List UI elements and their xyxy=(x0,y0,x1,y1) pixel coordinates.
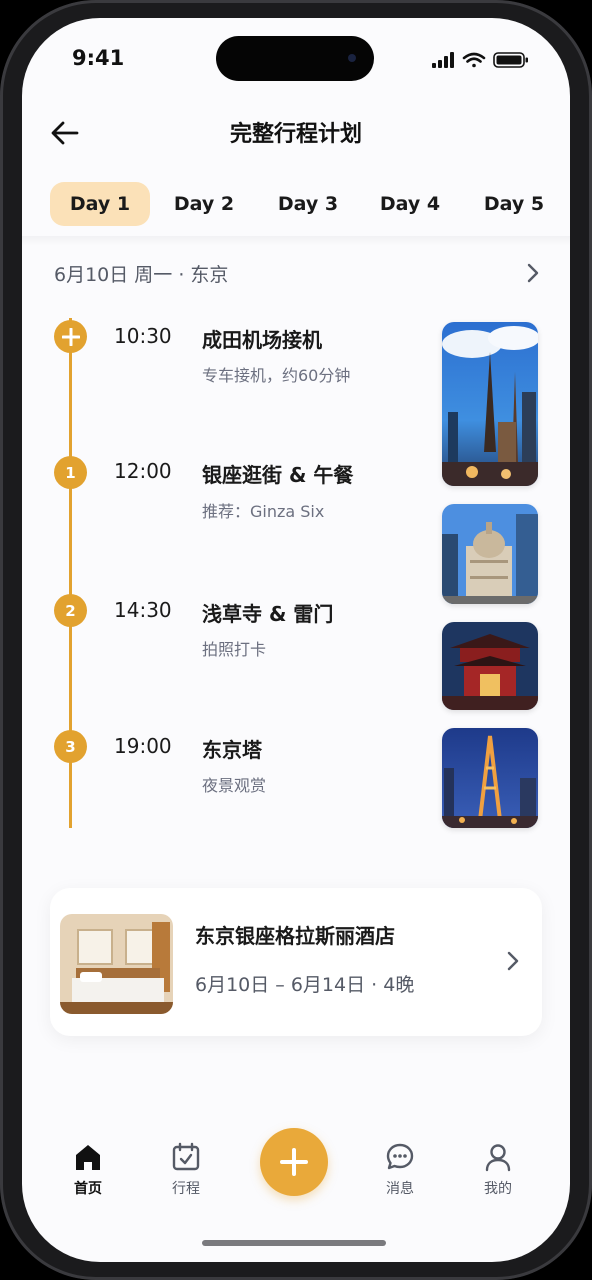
timeline-subtitle: 拍照打卡 xyxy=(202,640,267,659)
timeline-marker-arrival xyxy=(54,320,87,353)
timeline-marker-3: 3 xyxy=(54,730,87,763)
tab-day-2[interactable]: Day 2 xyxy=(156,182,252,226)
camera-dot xyxy=(348,54,356,62)
wifi-icon xyxy=(462,52,486,68)
nav-itinerary[interactable]: 行程 xyxy=(146,1142,226,1198)
timeline-title: 浅草寺 & 雷门 xyxy=(202,602,334,626)
status-icons xyxy=(432,52,532,68)
hotel-dates: 6月10日 – 6月14日 · 4晚 xyxy=(195,974,415,996)
timeline-title: 东京塔 xyxy=(202,738,262,762)
tab-day-1[interactable]: Day 1 xyxy=(50,182,150,226)
timeline-marker-1: 1 xyxy=(54,456,87,489)
timeline-time: 19:00 xyxy=(114,734,172,758)
timeline-subtitle: 专车接机，约60分钟 xyxy=(202,366,351,385)
tab-day-5[interactable]: Day 5 xyxy=(466,182,562,226)
nav-label: 行程 xyxy=(172,1181,200,1197)
tokyo-tower-photo[interactable] xyxy=(442,728,538,828)
tabs-divider xyxy=(22,236,570,246)
tab-day-3[interactable]: Day 3 xyxy=(260,182,356,226)
home-icon xyxy=(76,1145,100,1170)
bottom-nav: 首页 行程 消息 我的 xyxy=(22,1118,570,1218)
battery-icon xyxy=(493,52,528,68)
user-icon xyxy=(485,1144,511,1172)
nav-label: 消息 xyxy=(386,1181,414,1197)
timeline-time: 12:00 xyxy=(114,459,172,483)
timeline-title: 成田机场接机 xyxy=(202,328,322,352)
timeline-time: 10:30 xyxy=(114,324,172,348)
chat-icon xyxy=(386,1143,414,1170)
screen: 9:41 完整行程计划 Day 1 Day 2 Day 3 Day 4 Day … xyxy=(22,18,570,1262)
home-indicator[interactable] xyxy=(202,1240,386,1246)
plane-icon xyxy=(61,327,80,346)
signal-icon xyxy=(432,52,454,68)
timeline-subtitle: 夜景观赏 xyxy=(202,776,267,795)
date-label: 6月10日 周一 · 东京 xyxy=(54,263,229,286)
hotel-room-photo xyxy=(60,914,173,1014)
calendar-icon xyxy=(172,1142,200,1171)
day-tabs: Day 1 Day 2 Day 3 Day 4 Day 5 xyxy=(22,182,570,228)
chevron-right-icon xyxy=(527,263,539,283)
timeline-title: 银座逛街 & 午餐 xyxy=(202,463,354,487)
timeline-marker-2: 2 xyxy=(54,594,87,627)
hotel-name: 东京银座格拉斯丽酒店 xyxy=(195,924,395,948)
page-title: 完整行程计划 xyxy=(229,122,362,147)
add-button[interactable] xyxy=(260,1128,328,1196)
status-time: 9:41 xyxy=(72,46,125,70)
chevron-right-icon xyxy=(507,951,519,971)
nav-home[interactable]: 首页 xyxy=(48,1142,128,1198)
dynamic-island xyxy=(216,36,374,81)
nav-profile[interactable]: 我的 xyxy=(458,1142,538,1198)
tokyo-skyline-photo[interactable] xyxy=(442,322,538,486)
ginza-building-photo[interactable] xyxy=(442,504,538,604)
nav-messages[interactable]: 消息 xyxy=(360,1142,440,1198)
hotel-card[interactable]: 东京银座格拉斯丽酒店 6月10日 – 6月14日 · 4晚 xyxy=(50,888,542,1036)
phone-frame: 9:41 完整行程计划 Day 1 Day 2 Day 3 Day 4 Day … xyxy=(0,0,592,1280)
timeline-time: 14:30 xyxy=(114,598,172,622)
plus-icon xyxy=(280,1148,308,1176)
nav-label: 首页 xyxy=(74,1181,102,1197)
nav-label: 我的 xyxy=(484,1181,512,1197)
date-row[interactable]: 6月10日 周一 · 东京 xyxy=(54,258,540,288)
tab-day-4[interactable]: Day 4 xyxy=(362,182,458,226)
sensoji-temple-photo[interactable] xyxy=(442,622,538,710)
timeline-subtitle: 推荐：Ginza Six xyxy=(202,502,325,521)
